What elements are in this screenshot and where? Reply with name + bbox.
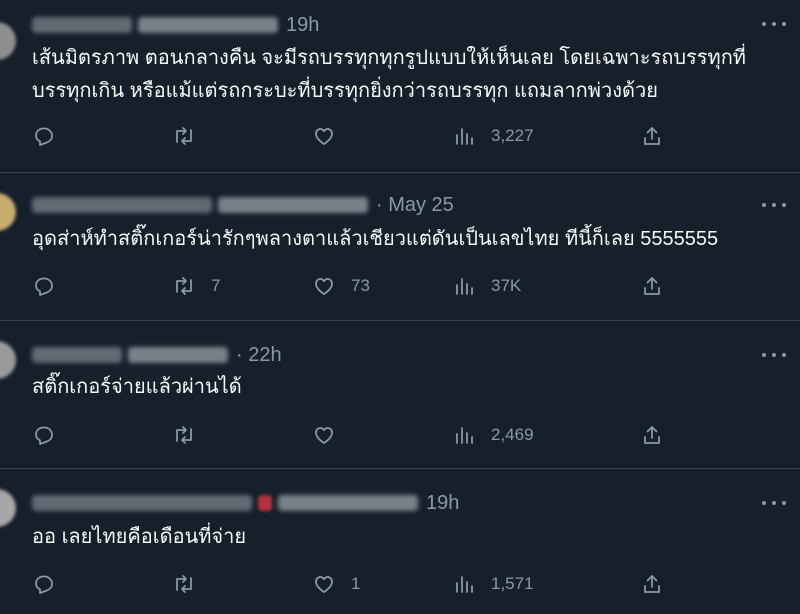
retweet-icon xyxy=(176,575,192,593)
more-icon xyxy=(762,353,766,357)
timestamp[interactable]: · 22h xyxy=(236,344,282,367)
tweet-text: สติ๊กเกอร์จ่ายแล้วผ่านได้ xyxy=(32,371,780,404)
share-button[interactable] xyxy=(640,271,664,301)
author-name[interactable] xyxy=(32,495,252,511)
tweet[interactable]: 19h ออ เลยไทยคือเดือนที่จ่าย 1 1,571 xyxy=(0,469,800,614)
reply-icon xyxy=(35,127,53,146)
views-button[interactable]: 37K xyxy=(452,271,521,301)
reply-button[interactable] xyxy=(32,121,71,151)
tweet-actions: 2,469 xyxy=(0,420,800,450)
author-name[interactable] xyxy=(32,347,122,363)
retweet-icon xyxy=(176,426,192,444)
more-button[interactable] xyxy=(762,14,786,34)
timestamp[interactable]: 19h xyxy=(286,14,319,37)
tweet[interactable]: · 22h สติ๊กเกอร์จ่ายแล้วผ่านได้ 2,469 xyxy=(0,321,800,469)
tweet-text-line: สติ๊กเกอร์จ่ายแล้วผ่านได้ xyxy=(32,376,242,398)
reply-icon xyxy=(35,426,53,445)
more-icon xyxy=(762,22,766,26)
tweet-text: เส้นมิตรภาพ ตอนกลางคืน จะมีรถบรรทุกทุกรู… xyxy=(32,42,780,108)
tweet-text: อุดส่าห์ทำสติ๊กเกอร์น่ารักๆพลางตาแล้วเชี… xyxy=(32,223,780,256)
views-icon xyxy=(456,576,473,593)
tweet-text-line: บรรทุกเกิน หรือแม้แต่รถกระบะที่บรรทุกยิ่… xyxy=(32,80,658,102)
reply-icon xyxy=(35,575,53,594)
views-button[interactable]: 1,571 xyxy=(452,569,534,599)
timestamp[interactable]: · May 25 xyxy=(376,194,454,217)
tweet-actions: 7 73 37K xyxy=(0,271,800,301)
avatar[interactable] xyxy=(0,341,16,379)
share-button[interactable] xyxy=(640,121,664,151)
tweet-text-line: อุดส่าห์ทำสติ๊กเกอร์น่ารักๆพลางตาแล้วเชี… xyxy=(32,228,719,250)
like-button[interactable] xyxy=(312,121,351,151)
heart-icon xyxy=(315,576,333,593)
heart-icon xyxy=(315,128,333,145)
share-button[interactable] xyxy=(640,569,664,599)
timestamp[interactable]: 19h xyxy=(426,492,459,515)
retweet-button[interactable] xyxy=(172,121,211,151)
share-icon xyxy=(644,277,660,295)
retweet-icon xyxy=(176,277,192,295)
views-icon xyxy=(456,128,473,145)
author-name[interactable] xyxy=(32,17,132,33)
tweet-header: 19h xyxy=(32,490,459,516)
tweet-header: · 22h xyxy=(32,342,282,368)
share-button[interactable] xyxy=(640,420,664,450)
retweet-button[interactable] xyxy=(172,420,211,450)
avatar[interactable] xyxy=(0,22,16,60)
tweet-text-line: เส้นมิตรภาพ ตอนกลางคืน จะมีรถบรรทุกทุกรู… xyxy=(32,47,746,69)
reply-button[interactable] xyxy=(32,271,71,301)
share-icon xyxy=(644,575,660,593)
views-button[interactable]: 2,469 xyxy=(452,420,534,450)
more-icon xyxy=(762,203,766,207)
avatar[interactable] xyxy=(0,489,16,527)
views-icon xyxy=(456,278,473,295)
like-button[interactable]: 1 xyxy=(312,569,360,599)
reply-icon xyxy=(35,277,53,296)
more-button[interactable] xyxy=(762,345,786,365)
share-icon xyxy=(644,426,660,444)
tweet[interactable]: 19h เส้นมิตรภาพ ตอนกลางคืน จะมีรถบรรทุกท… xyxy=(0,0,800,173)
more-icon xyxy=(762,501,766,505)
more-button[interactable] xyxy=(762,493,786,513)
more-button[interactable] xyxy=(762,195,786,215)
tweet-text: ออ เลยไทยคือเดือนที่จ่าย xyxy=(32,521,780,554)
share-icon xyxy=(644,127,660,145)
tweet-header: 19h xyxy=(32,12,319,38)
views-icon xyxy=(456,427,473,444)
views-button[interactable]: 3,227 xyxy=(452,121,534,151)
tweet-header: · May 25 xyxy=(32,192,454,218)
like-button[interactable] xyxy=(312,420,351,450)
heart-icon xyxy=(315,278,333,295)
author-handle[interactable] xyxy=(128,347,228,363)
author-handle[interactable] xyxy=(218,197,368,213)
tweet-text-line: ออ เลยไทยคือเดือนที่จ่าย xyxy=(32,526,247,548)
retweet-button[interactable] xyxy=(172,569,211,599)
tweet-actions: 1 1,571 xyxy=(0,569,800,599)
reply-button[interactable] xyxy=(32,569,71,599)
author-handle[interactable] xyxy=(138,17,278,33)
author-handle[interactable] xyxy=(278,495,418,511)
retweet-icon xyxy=(176,127,192,145)
avatar[interactable] xyxy=(0,193,16,231)
reply-button[interactable] xyxy=(32,420,71,450)
tweet-actions: 3,227 xyxy=(0,121,800,151)
tweet[interactable]: · May 25 อุดส่าห์ทำสติ๊กเกอร์น่ารักๆพลาง… xyxy=(0,173,800,321)
like-button[interactable]: 73 xyxy=(312,271,370,301)
author-name[interactable] xyxy=(32,197,212,213)
author-emoji xyxy=(258,495,272,511)
heart-icon xyxy=(315,427,333,444)
retweet-button[interactable]: 7 xyxy=(172,271,220,301)
